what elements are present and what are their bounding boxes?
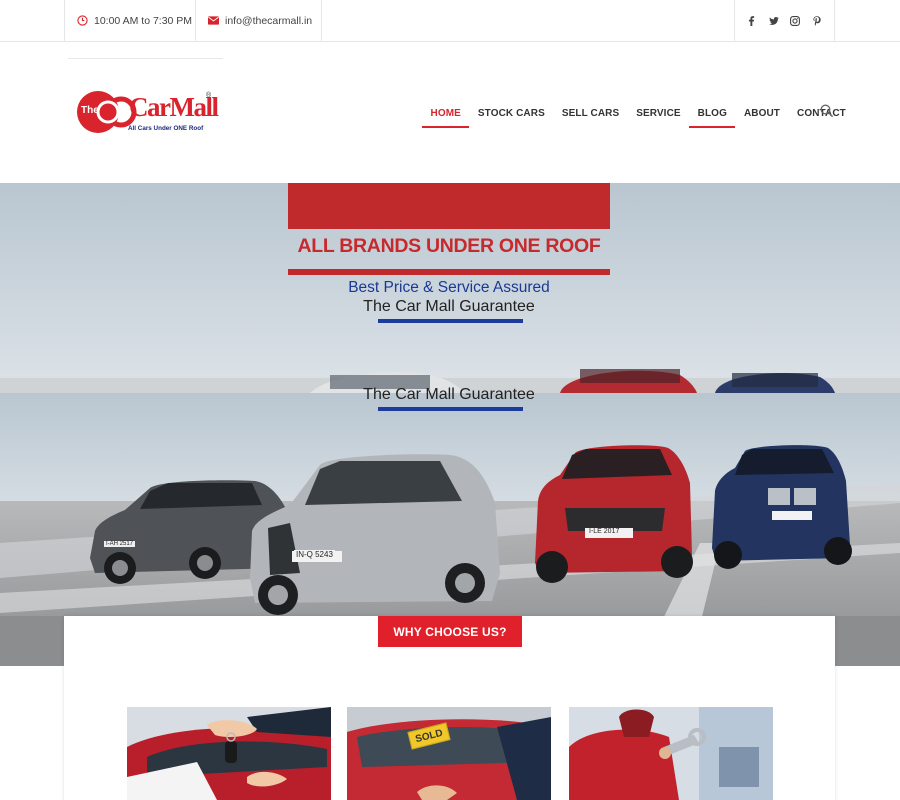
top-bar: 10:00 AM to 7:30 PM info@thecarmall.in <box>0 0 900 42</box>
nav-sell-cars[interactable]: SELL CARS <box>553 98 627 128</box>
search-icon[interactable] <box>820 104 836 120</box>
banner-blue-line <box>378 319 523 323</box>
logo-tagline: All Cars Under ONE Roof <box>128 125 204 132</box>
nav-about[interactable]: ABOUT <box>735 98 788 128</box>
why-choose-us-heading: WHY CHOOSE US? <box>378 616 522 647</box>
contact-email[interactable]: info@thecarmall.in <box>195 0 322 41</box>
nav-blog[interactable]: BLOG <box>689 98 736 128</box>
feature-card-service[interactable] <box>569 707 773 800</box>
pinterest-icon[interactable] <box>810 15 824 26</box>
hero-title: ALL BRANDS UNDER ONE ROOF <box>297 235 601 257</box>
banner-blue-line-repeat <box>378 407 523 411</box>
logo-brand: CarMall <box>129 92 219 122</box>
feature-card-sold[interactable]: SOLD <box>347 707 551 800</box>
banner-red-block <box>288 183 610 229</box>
logo-registered: ® <box>206 92 212 99</box>
main-nav: HOME STOCK CARS SELL CARS SERVICE BLOG A… <box>422 98 854 128</box>
nav-stock-cars[interactable]: STOCK CARS <box>469 98 553 128</box>
site-logo[interactable]: The CarMall ® All Cars Under ONE Roof <box>76 88 219 140</box>
hero-banner: ALL BRANDS UNDER ONE ROOF Best Price & S… <box>0 183 900 666</box>
mechanic-image <box>569 707 773 800</box>
car-keys-image <box>127 707 331 800</box>
mail-icon <box>208 16 219 25</box>
hero-subtitle-1: Best Price & Service Assured <box>348 279 550 296</box>
twitter-icon[interactable] <box>767 16 781 25</box>
plate-land-rover: I-AH 2517 <box>104 541 136 547</box>
nav-home[interactable]: HOME <box>422 98 470 128</box>
instagram-icon[interactable] <box>788 15 802 26</box>
banner-red-line <box>288 269 610 275</box>
logo-divider <box>68 58 223 59</box>
facebook-icon[interactable] <box>745 15 759 26</box>
feature-card-car-keys[interactable] <box>127 707 331 800</box>
sold-car-image <box>347 707 551 800</box>
plate-audi: IN-Q 5243 <box>294 550 335 559</box>
business-hours: 10:00 AM to 7:30 PM <box>64 0 195 41</box>
social-links <box>734 0 835 41</box>
logo-prefix: The <box>81 105 99 116</box>
plate-mercedes: I-LE 2017 <box>587 528 622 535</box>
nav-service[interactable]: SERVICE <box>628 98 689 128</box>
clock-icon <box>77 15 88 26</box>
hero-subtitle-2: The Car Mall Guarantee <box>363 298 535 315</box>
email-text[interactable]: info@thecarmall.in <box>225 15 312 27</box>
hero-subtitle-2-repeat: The Car Mall Guarantee <box>363 386 535 403</box>
hours-text: 10:00 AM to 7:30 PM <box>94 14 193 27</box>
